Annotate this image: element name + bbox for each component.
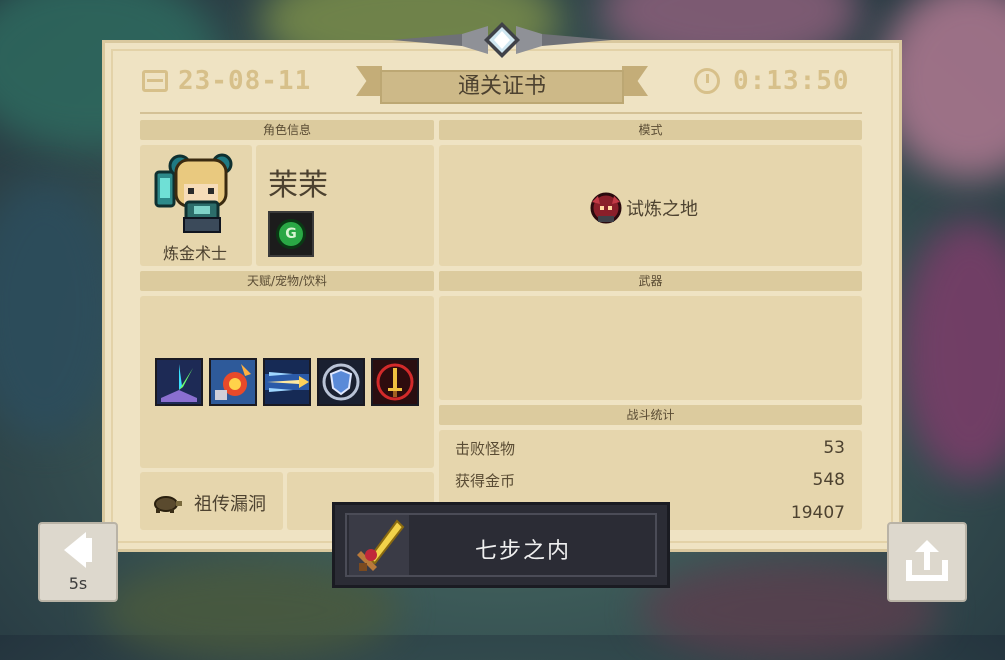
crystal-ornament-icon — [392, 22, 612, 58]
burst-magic-icon[interactable] — [155, 358, 203, 406]
trial-land-icon — [590, 192, 622, 224]
stat-value: 548 — [812, 470, 845, 490]
character-class: 炼金术士 — [162, 244, 227, 263]
calendar-icon — [142, 70, 168, 92]
stat-label: 获得金币 — [455, 472, 516, 490]
achievement-label: 七步之内 — [475, 539, 572, 564]
character-badge: G — [268, 211, 314, 257]
share-icon — [906, 540, 948, 581]
back-button[interactable]: 5s — [38, 522, 118, 602]
clear-time: 0:13:50 — [733, 66, 850, 96]
back-countdown: 5s — [68, 574, 88, 593]
weapons-panel — [439, 296, 862, 400]
shield-badge-icon[interactable] — [317, 358, 365, 406]
share-button[interactable] — [887, 522, 967, 602]
arrow-volley-icon[interactable] — [263, 358, 311, 406]
turtle-icon — [154, 496, 182, 513]
divider — [140, 112, 862, 114]
stat-label: 击败怪物 — [455, 440, 516, 458]
heirloom-item: 祖传漏洞 — [150, 490, 266, 516]
section-weapons: 武器 — [439, 271, 862, 291]
stat-value: 19407 — [790, 503, 845, 523]
talent-list — [155, 358, 419, 406]
section-battle-stats: 战斗统计 — [439, 405, 862, 425]
achievement-popup: 七步之内 — [332, 502, 670, 588]
mode-display: 试炼之地 — [586, 188, 698, 228]
section-mode: 模式 — [439, 120, 862, 140]
section-character-info: 角色信息 — [140, 120, 434, 140]
section-talents: 天赋/宠物/饮料 — [140, 271, 434, 291]
character-name: 茉茉 — [268, 168, 328, 203]
back-arrow-icon — [64, 532, 92, 568]
explosion-icon[interactable] — [209, 358, 257, 406]
sword-red-icon[interactable] — [371, 358, 419, 406]
mode-label: 试炼之地 — [626, 199, 698, 220]
heirloom-label: 祖传漏洞 — [194, 494, 266, 515]
stat-value: 53 — [823, 438, 845, 458]
certificate-title: 通关证书 — [380, 70, 624, 104]
green-badge-icon: G — [276, 219, 306, 249]
alchemist-portrait-icon — [154, 153, 233, 233]
golden-sword-icon — [349, 515, 409, 575]
clock-icon — [694, 68, 720, 94]
certificate-date: 23-08-11 — [178, 66, 312, 96]
